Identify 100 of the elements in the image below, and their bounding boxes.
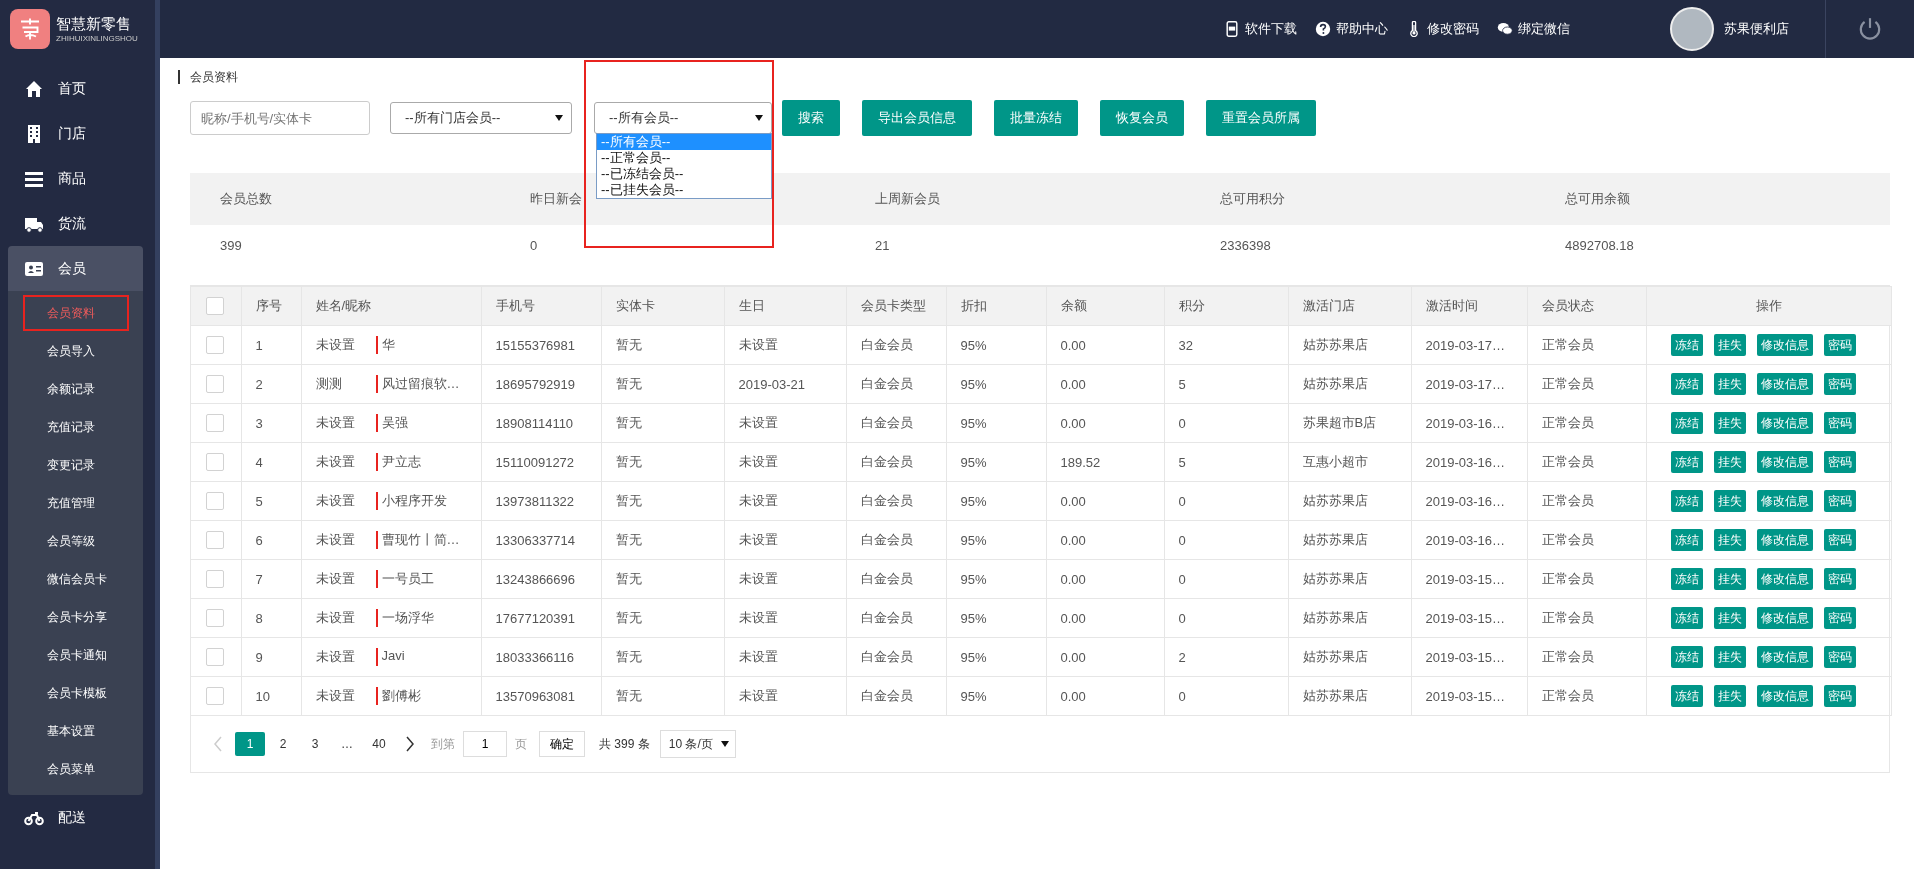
table-cell: 白金会员 [860, 649, 913, 664]
row-action-button[interactable]: 密码 [1824, 412, 1856, 434]
row-action-button[interactable]: 冻结 [1671, 412, 1703, 434]
top-link[interactable]: 绑定微信 [1497, 20, 1570, 38]
page-link[interactable]: 40 [365, 732, 393, 756]
submenu-item[interactable]: 会员卡分享 [23, 599, 129, 635]
row-action-button[interactable]: 修改信息 [1757, 529, 1813, 551]
dropdown-option[interactable]: --已挂失会员-- [597, 182, 771, 198]
page-link[interactable]: 1 [235, 732, 265, 756]
next-page-icon[interactable] [405, 736, 415, 752]
row-action-button[interactable]: 挂失 [1714, 412, 1746, 434]
search-field[interactable]: 昵称/手机号/实体卡 [190, 101, 370, 135]
dropdown-option[interactable]: --所有会员-- [597, 134, 771, 150]
page-link[interactable]: 3 [301, 732, 329, 756]
page-link[interactable]: … [333, 732, 361, 756]
row-action-button[interactable]: 挂失 [1714, 451, 1746, 473]
row-action-button[interactable]: 修改信息 [1757, 412, 1813, 434]
row-action-button[interactable]: 密码 [1824, 490, 1856, 512]
page-input[interactable]: 1 [463, 731, 507, 757]
checkbox[interactable] [206, 492, 224, 510]
row-action-button[interactable]: 冻结 [1671, 334, 1703, 356]
row-action-button[interactable]: 密码 [1824, 334, 1856, 356]
action-button[interactable]: 恢复会员 [1100, 100, 1184, 136]
select-field[interactable]: --所有会员-- [594, 102, 772, 134]
checkbox[interactable] [206, 609, 224, 627]
submenu-item[interactable]: 充值记录 [23, 409, 129, 445]
sidebar-item[interactable]: 首页 [8, 66, 143, 111]
row-action-button[interactable]: 挂失 [1714, 607, 1746, 629]
checkbox[interactable] [206, 687, 224, 705]
submenu-item[interactable]: 会员卡通知 [23, 637, 129, 673]
row-action-button[interactable]: 挂失 [1714, 685, 1746, 707]
select-field[interactable]: --所有门店会员-- [390, 102, 572, 134]
row-action-button[interactable]: 密码 [1824, 529, 1856, 551]
submenu-item[interactable]: 会员导入 [23, 333, 129, 369]
row-action-button[interactable]: 冻结 [1671, 451, 1703, 473]
checkbox[interactable] [206, 336, 224, 354]
checkbox[interactable] [206, 375, 224, 393]
row-action-button[interactable]: 冻结 [1671, 568, 1703, 590]
row-action-button[interactable]: 冻结 [1671, 685, 1703, 707]
row-action-button[interactable]: 修改信息 [1757, 490, 1813, 512]
submenu-item[interactable]: 会员菜单 [23, 751, 129, 787]
row-action-button[interactable]: 冻结 [1671, 373, 1703, 395]
submenu-item[interactable]: 微信会员卡 [23, 561, 129, 597]
row-action-button[interactable]: 修改信息 [1757, 568, 1813, 590]
row-action-button[interactable]: 密码 [1824, 451, 1856, 473]
dropdown-option[interactable]: --已冻结会员-- [597, 166, 771, 182]
row-action-button[interactable]: 修改信息 [1757, 646, 1813, 668]
checkbox[interactable] [206, 297, 224, 315]
submenu-item[interactable]: 充值管理 [23, 485, 129, 521]
row-action-button[interactable]: 冻结 [1671, 646, 1703, 668]
page-link[interactable]: 2 [269, 732, 297, 756]
row-action-button[interactable]: 挂失 [1714, 490, 1746, 512]
confirm-button[interactable]: 确定 [539, 731, 585, 757]
sidebar-item[interactable]: 门店 [8, 111, 143, 156]
submenu-item[interactable]: 余额记录 [23, 371, 129, 407]
top-link[interactable]: 帮助中心 [1315, 20, 1388, 38]
checkbox[interactable] [206, 570, 224, 588]
submenu-item[interactable]: 会员卡模板 [23, 675, 129, 711]
row-action-button[interactable]: 挂失 [1714, 646, 1746, 668]
checkbox[interactable] [206, 414, 224, 432]
row-action-button[interactable]: 密码 [1824, 373, 1856, 395]
sidebar-item[interactable]: 配送 [8, 795, 143, 840]
row-action-button[interactable]: 冻结 [1671, 490, 1703, 512]
row-action-button[interactable]: 冻结 [1671, 607, 1703, 629]
action-button[interactable]: 搜索 [782, 100, 840, 136]
top-link[interactable]: 修改密码 [1406, 20, 1479, 38]
row-action-button[interactable]: 密码 [1824, 607, 1856, 629]
submenu-item[interactable]: 基本设置 [23, 713, 129, 749]
row-action-button[interactable]: 挂失 [1714, 373, 1746, 395]
row-action-button[interactable]: 修改信息 [1757, 373, 1813, 395]
row-action-button[interactable]: 挂失 [1714, 568, 1746, 590]
sidebar-item[interactable]: 货流 [8, 201, 143, 246]
action-button[interactable]: 批量冻结 [994, 100, 1078, 136]
row-action-button[interactable]: 密码 [1824, 568, 1856, 590]
submenu-item[interactable]: 会员资料 [23, 295, 129, 331]
action-button[interactable]: 导出会员信息 [862, 100, 972, 136]
dropdown-option[interactable]: --正常会员-- [597, 150, 771, 166]
sidebar-item[interactable]: 商品 [8, 156, 143, 201]
row-action-button[interactable]: 修改信息 [1757, 685, 1813, 707]
checkbox[interactable] [206, 648, 224, 666]
table-cell: 正常会员 [1541, 610, 1594, 625]
row-action-button[interactable]: 密码 [1824, 685, 1856, 707]
row-action-button[interactable]: 修改信息 [1757, 607, 1813, 629]
row-action-button[interactable]: 修改信息 [1757, 451, 1813, 473]
user-name[interactable]: 苏果便利店 [1724, 20, 1789, 38]
page-size-select[interactable]: 10 条/页 [659, 730, 736, 758]
sidebar-item[interactable]: 会员 [8, 246, 143, 291]
row-action-button[interactable]: 挂失 [1714, 529, 1746, 551]
power-icon[interactable] [1857, 16, 1883, 42]
submenu-item[interactable]: 会员等级 [23, 523, 129, 559]
checkbox[interactable] [206, 453, 224, 471]
action-button[interactable]: 重置会员所属 [1206, 100, 1316, 136]
checkbox[interactable] [206, 531, 224, 549]
row-action-button[interactable]: 冻结 [1671, 529, 1703, 551]
row-action-button[interactable]: 密码 [1824, 646, 1856, 668]
row-action-button[interactable]: 挂失 [1714, 334, 1746, 356]
row-action-button[interactable]: 修改信息 [1757, 334, 1813, 356]
top-link[interactable]: 软件下载 [1224, 20, 1297, 38]
previous-page-icon[interactable] [213, 736, 223, 752]
submenu-item[interactable]: 变更记录 [23, 447, 129, 483]
